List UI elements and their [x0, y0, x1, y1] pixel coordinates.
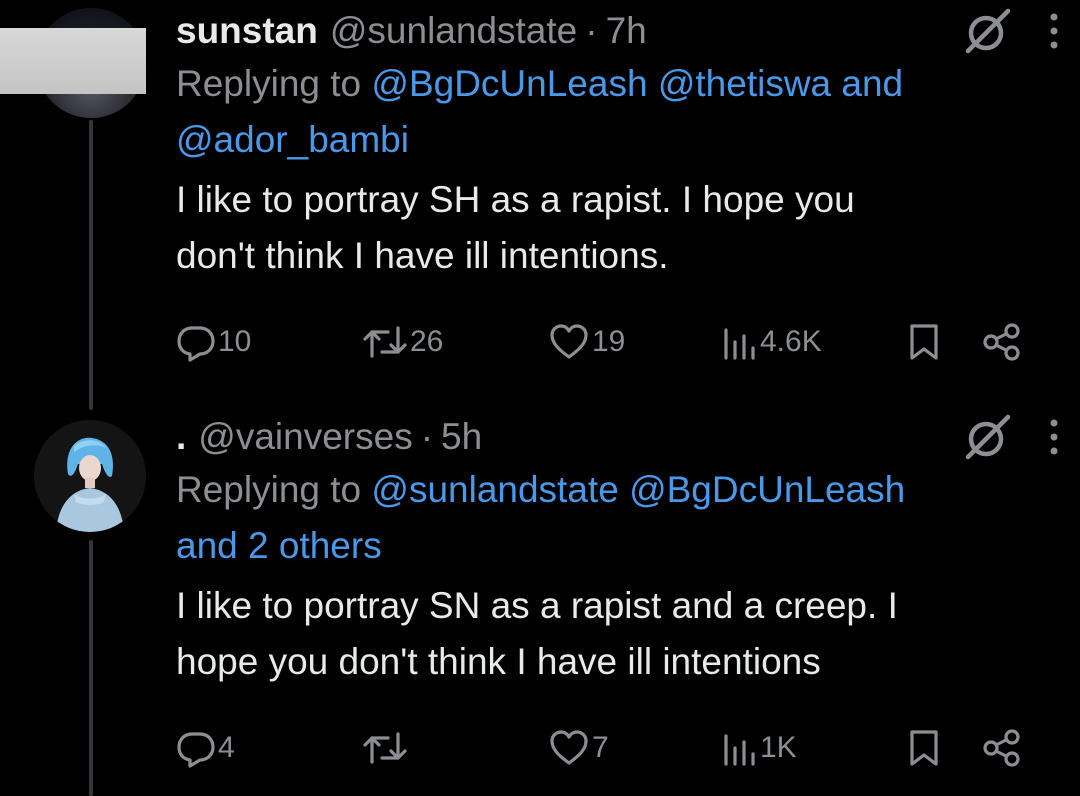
share-button[interactable] — [982, 318, 1022, 366]
bookmark-button[interactable] — [908, 724, 940, 772]
views-button[interactable]: 1K — [722, 724, 797, 772]
header-icons — [962, 6, 1060, 56]
views-button[interactable]: 4.6K — [722, 318, 822, 366]
tweet-actions: 4 7 1K — [176, 724, 1058, 772]
timestamp[interactable]: 7h — [606, 10, 647, 52]
reply-button[interactable]: 4 — [176, 724, 235, 772]
avatar-image — [34, 420, 146, 532]
mention-link[interactable]: @BgDcUnLeash — [629, 469, 905, 510]
tweet-text: I like to portray SN as a rapist and a c… — [176, 578, 1060, 690]
views-icon — [722, 322, 758, 362]
mention-link[interactable]: @sunlandstate — [371, 469, 618, 510]
replying-label: Replying to — [176, 63, 362, 104]
tweet-1[interactable]: sunstan @sunlandstate · 7h Replying to @… — [176, 6, 1060, 284]
replying-label: Replying to — [176, 469, 362, 510]
share-icon — [982, 322, 1022, 362]
mention-conjunction[interactable]: and — [841, 63, 903, 104]
reply-button[interactable]: 10 — [176, 318, 251, 366]
mention-link[interactable]: @BgDcUnLeash — [371, 63, 647, 104]
display-name[interactable]: sunstan — [176, 10, 318, 52]
like-button[interactable]: 19 — [548, 318, 625, 366]
replying-to: Replying to @BgDcUnLeash @thetiswa and @… — [176, 56, 1060, 168]
tweet-text: I like to portray SH as a rapist. I hope… — [176, 172, 1060, 284]
tweet-header: sunstan @sunlandstate · 7h — [176, 6, 1060, 56]
user-handle[interactable]: @sunlandstate — [330, 10, 577, 52]
views-icon — [722, 728, 758, 768]
bookmark-icon — [908, 322, 940, 362]
reply-icon — [176, 728, 216, 768]
repost-count: 26 — [410, 325, 444, 358]
mention-link[interactable]: @thetiswa — [658, 63, 831, 104]
bookmark-button[interactable] — [908, 318, 940, 366]
more-icon[interactable] — [1048, 11, 1060, 51]
bookmark-icon — [908, 728, 940, 768]
separator-dot: · — [585, 10, 598, 51]
share-icon — [982, 728, 1022, 768]
thread-line-top — [89, 120, 93, 410]
reply-icon — [176, 322, 216, 362]
display-name[interactable]: . — [176, 416, 186, 458]
more-icon[interactable] — [1048, 417, 1060, 457]
like-count: 7 — [592, 731, 609, 764]
timestamp[interactable]: 5h — [441, 416, 482, 458]
tweet-2[interactable]: . @vainverses · 5h Replying to @sunlands… — [176, 412, 1060, 690]
replying-to: Replying to @sunlandstate @BgDcUnLeash a… — [176, 462, 1060, 574]
like-button[interactable]: 7 — [548, 724, 609, 772]
repost-icon — [362, 322, 408, 362]
mention-others-link[interactable]: and 2 others — [176, 525, 382, 566]
header-icons — [962, 412, 1060, 462]
thread-line-bottom — [89, 540, 93, 796]
reply-count: 4 — [218, 731, 235, 764]
views-count: 4.6K — [760, 325, 822, 358]
repost-button[interactable]: 26 — [362, 318, 443, 366]
like-icon — [548, 728, 590, 768]
share-button[interactable] — [982, 724, 1022, 772]
like-count: 19 — [592, 325, 626, 358]
tweet-text-line: I like to portray SH as a rapist. I hope… — [176, 179, 855, 220]
tweet-text-line: don't think I have ill intentions. — [176, 235, 669, 276]
grok-icon[interactable] — [962, 5, 1014, 57]
repost-button[interactable] — [362, 724, 410, 772]
tweet-header: . @vainverses · 5h — [176, 412, 1060, 462]
tweet-actions: 10 26 19 4.6K — [176, 318, 1058, 366]
separator-dot: · — [420, 416, 434, 457]
tweet-text-line: hope you don't think I have ill intentio… — [176, 641, 821, 682]
views-count: 1K — [760, 731, 797, 764]
reply-count: 10 — [218, 325, 252, 358]
redaction-box — [0, 28, 146, 94]
grok-icon[interactable] — [962, 411, 1014, 463]
like-icon — [548, 322, 590, 362]
mention-link[interactable]: @ador_bambi — [176, 119, 409, 160]
repost-icon — [362, 728, 408, 768]
tweet-text-line: I like to portray SN as a rapist and a c… — [176, 585, 898, 626]
avatar[interactable] — [34, 420, 146, 532]
user-handle[interactable]: @vainverses — [198, 416, 412, 458]
